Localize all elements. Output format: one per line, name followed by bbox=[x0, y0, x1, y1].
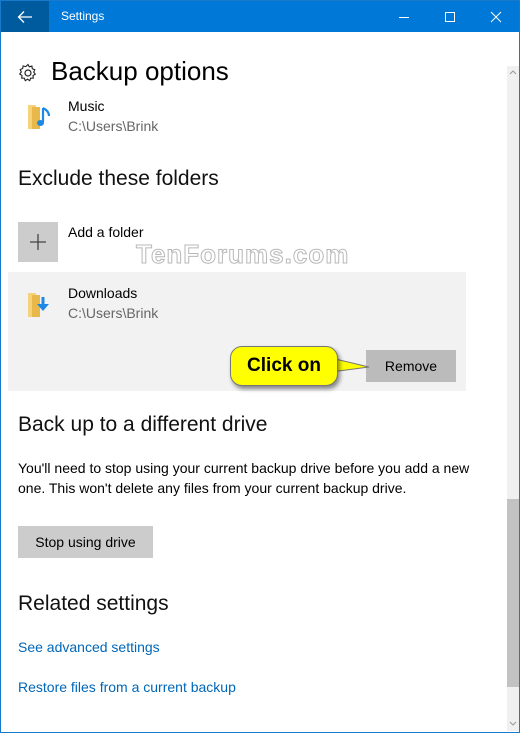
content-area: Backup options Music C:\Users\Brink Excl… bbox=[1, 32, 507, 732]
maximize-button[interactable] bbox=[427, 1, 473, 32]
add-folder-label[interactable]: Add a folder bbox=[68, 224, 144, 240]
remove-button[interactable]: Remove bbox=[366, 350, 456, 382]
add-folder-button[interactable] bbox=[18, 222, 58, 262]
settings-window: Settings Backup options Music C:\Users\B… bbox=[0, 0, 520, 733]
back-button[interactable] bbox=[1, 1, 49, 32]
exclude-heading: Exclude these folders bbox=[18, 167, 219, 190]
maximize-icon bbox=[445, 11, 455, 22]
close-button[interactable] bbox=[473, 1, 519, 32]
downloads-folder-path: C:\Users\Brink bbox=[68, 305, 159, 321]
close-icon bbox=[490, 11, 502, 22]
drive-description: You'll need to stop using your current b… bbox=[18, 460, 470, 496]
vertical-scrollbar[interactable] bbox=[507, 66, 519, 731]
drive-heading: Back up to a different drive bbox=[18, 413, 268, 436]
downloads-folder-icon bbox=[28, 293, 49, 317]
window-title: Settings bbox=[61, 9, 105, 23]
music-folder-name: Music bbox=[68, 98, 105, 114]
scrollbar-thumb[interactable] bbox=[507, 499, 519, 687]
scroll-up-icon[interactable] bbox=[509, 69, 517, 75]
music-folder-icon bbox=[28, 105, 51, 129]
music-folder-path: C:\Users\Brink bbox=[68, 118, 159, 134]
scroll-down-icon[interactable] bbox=[509, 721, 517, 727]
watermark: TenForums.com bbox=[135, 239, 350, 270]
plus-icon bbox=[30, 234, 46, 250]
page-title: Backup options bbox=[51, 56, 229, 86]
restore-files-link[interactable]: Restore files from a current backup bbox=[18, 679, 236, 695]
arrow-left-icon bbox=[17, 10, 32, 23]
minimize-icon bbox=[399, 16, 409, 18]
downloads-folder-name: Downloads bbox=[68, 285, 138, 301]
gear-icon bbox=[18, 63, 37, 82]
minimize-button[interactable] bbox=[381, 1, 427, 32]
callout-annotation: Click on bbox=[230, 346, 338, 386]
stop-using-drive-button[interactable]: Stop using drive bbox=[18, 526, 153, 558]
title-bar: Settings bbox=[1, 1, 519, 32]
see-advanced-settings-link[interactable]: See advanced settings bbox=[18, 639, 160, 655]
related-heading: Related settings bbox=[18, 592, 169, 615]
